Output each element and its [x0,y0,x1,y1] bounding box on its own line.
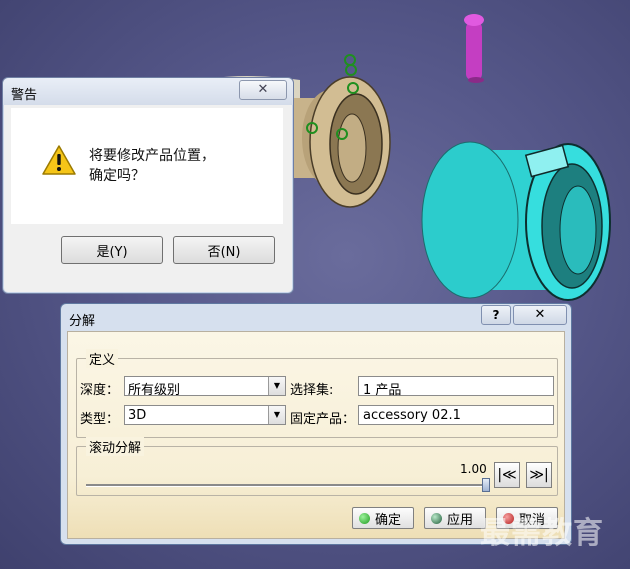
selection-label: 选择集: [290,383,334,398]
selection-field-value: 1 产品 [363,383,402,398]
explode-slider-thumb[interactable] [482,478,490,492]
warning-message: 将要修改产品位置， 确定吗？ [89,146,215,186]
type-label: 类型： [80,412,120,427]
last-step-button[interactable]: ≫| [526,462,552,488]
no-button[interactable]: 否(N) [173,236,275,264]
depth-label: 深度： [80,383,120,398]
fixed-product-field-value: accessory 02.1 [363,408,461,423]
warning-close-button[interactable]: ✕ [239,80,287,100]
ok-button-label: 确定 [375,512,402,528]
warning-message-line2: 确定吗？ [89,168,145,184]
depth-select[interactable]: 所有级别 ▼ [124,376,286,398]
explode-titlebar[interactable]: 分解 ? ✕ [61,304,571,329]
warning-dialog: 警告 ✕ 将要修改产品位置， 确定吗？ 是(Y) 否(N) [2,77,294,294]
apply-button-label: 应用 [447,512,474,528]
help-button[interactable]: ? [481,305,511,325]
explode-slider-track[interactable] [86,484,486,487]
pin-part[interactable] [464,14,484,83]
selection-field[interactable]: 1 产品 [358,376,554,398]
scroll-explode-group-label: 滚动分解 [86,437,145,456]
ok-icon [359,512,370,524]
type-select-value: 3D [128,408,147,423]
slider-value: 1.00 [460,462,487,476]
warning-title: 警告 [11,88,38,103]
fixed-product-label: 固定产品： [290,412,356,427]
warning-icon [42,145,76,175]
warning-message-panel: 将要修改产品位置， 确定吗？ [11,108,283,224]
type-select[interactable]: 3D ▼ [124,405,286,425]
first-step-button[interactable]: |≪ [494,462,520,488]
warning-titlebar[interactable]: 警告 ✕ [3,78,293,105]
chevron-down-icon[interactable]: ▼ [268,377,285,395]
explode-title: 分解 [69,314,96,329]
watermark: 最需教育 [480,516,604,551]
apply-button[interactable]: 应用 [424,507,486,529]
cyan-cylinder-part[interactable] [421,141,611,301]
explode-close-button[interactable]: ✕ [513,305,567,325]
yes-button[interactable]: 是(Y) [61,236,163,264]
chevron-down-icon[interactable]: ▼ [268,406,285,424]
fixed-product-field[interactable]: accessory 02.1 [358,405,554,425]
ok-button[interactable]: 确定 [352,507,414,529]
depth-select-value: 所有级别 [128,383,181,398]
definition-group-label: 定义 [86,349,119,368]
warning-message-line1: 将要修改产品位置， [89,148,215,164]
apply-icon [431,512,442,524]
